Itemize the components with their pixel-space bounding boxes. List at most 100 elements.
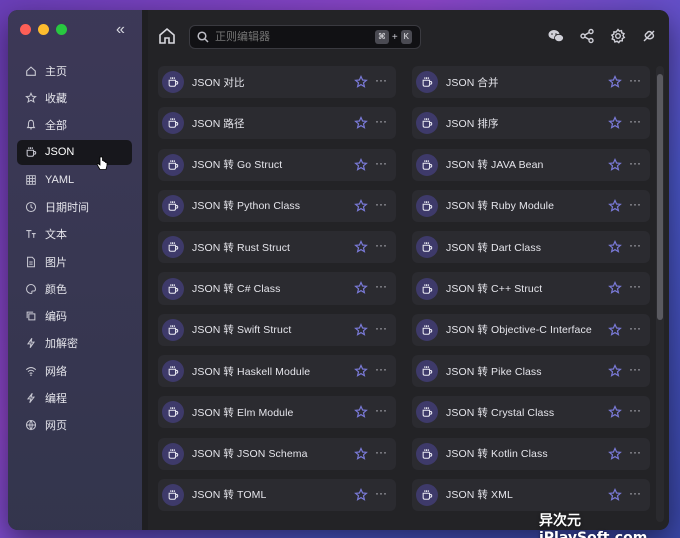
more-options-icon[interactable]: ···	[629, 404, 641, 416]
sidebar-item-5[interactable]: 日期时间	[17, 194, 132, 219]
share-icon[interactable]	[579, 28, 595, 44]
favorite-star-icon[interactable]	[608, 487, 622, 502]
favorite-star-icon[interactable]	[608, 322, 622, 337]
favorite-star-icon[interactable]	[608, 75, 622, 89]
favorite-star-icon[interactable]	[354, 446, 368, 461]
more-options-icon[interactable]: ···	[629, 487, 641, 499]
tool-card[interactable]: JSON 对比 ···	[158, 66, 396, 99]
favorite-star-icon[interactable]	[608, 405, 622, 419]
sidebar-item-11[interactable]: 网络	[17, 358, 132, 383]
tool-card[interactable]: JSON 排序 ···	[412, 107, 650, 140]
tool-card[interactable]: JSON 转 Go Struct ···	[158, 148, 396, 181]
sidebar-item-10[interactable]: 加解密	[17, 331, 132, 356]
maximize-window-button[interactable]	[56, 24, 67, 35]
scrollbar-thumb[interactable]	[657, 74, 663, 320]
more-options-icon[interactable]: ···	[375, 157, 387, 169]
search-box[interactable]: ⌘ + K	[189, 25, 421, 49]
tool-card[interactable]: JSON 转 Haskell Module ···	[158, 354, 396, 388]
tool-card-label: JSON 转 Go Struct	[192, 159, 283, 172]
home-icon[interactable]	[157, 26, 179, 48]
tool-card[interactable]: JSON 转 Swift Struct ···	[158, 313, 396, 346]
more-options-icon[interactable]: ···	[375, 446, 387, 458]
favorite-star-icon[interactable]	[354, 364, 368, 378]
tool-card-label: JSON 转 XML	[446, 489, 513, 502]
more-options-icon[interactable]: ···	[375, 239, 387, 251]
sidebar-item-7[interactable]: 图片	[17, 249, 132, 274]
favorite-star-icon[interactable]	[354, 322, 368, 337]
sidebar-item-6[interactable]: 文本	[17, 222, 132, 247]
more-options-icon[interactable]: ···	[629, 239, 641, 251]
more-options-icon[interactable]: ···	[375, 115, 387, 127]
favorite-star-icon[interactable]	[608, 281, 622, 295]
close-window-button[interactable]	[20, 24, 31, 35]
wechat-icon[interactable]	[548, 28, 564, 44]
minimize-window-button[interactable]	[38, 24, 49, 35]
sidebar-item-9[interactable]: 编码	[17, 304, 132, 329]
tool-card[interactable]: JSON 转 Crystal Class ···	[412, 396, 650, 429]
favorite-star-icon[interactable]	[354, 405, 368, 419]
tool-card[interactable]: JSON 路径 ···	[158, 107, 396, 140]
search-input[interactable]	[215, 31, 365, 43]
settings-icon[interactable]	[610, 28, 626, 44]
tool-card[interactable]: JSON 转 TOML ···	[158, 478, 396, 511]
more-options-icon[interactable]: ···	[375, 198, 387, 210]
more-options-icon[interactable]: ···	[629, 363, 641, 375]
watermark: 异次元 iPlaySoft.com	[539, 513, 648, 538]
tool-card[interactable]: JSON 转 Dart Class ···	[412, 231, 650, 264]
favorite-star-icon[interactable]	[608, 240, 622, 254]
favorite-star-icon[interactable]	[354, 75, 368, 89]
more-options-icon[interactable]: ···	[629, 280, 641, 292]
collapse-sidebar-icon[interactable]: «	[116, 22, 125, 38]
sidebar-item-4[interactable]: YAML	[17, 167, 132, 192]
scrollbar[interactable]	[656, 66, 664, 522]
more-options-icon[interactable]: ···	[375, 74, 387, 86]
favorite-star-icon[interactable]	[608, 446, 622, 461]
favorite-star-icon[interactable]	[354, 487, 368, 502]
tool-card[interactable]: JSON 转 Rust Struct ···	[158, 231, 396, 264]
more-options-icon[interactable]: ···	[629, 446, 641, 458]
sidebar-item-3[interactable]: JSON	[17, 139, 132, 165]
more-options-icon[interactable]: ···	[375, 487, 387, 499]
sidebar-item-2[interactable]: 全部	[17, 113, 132, 138]
favorite-star-icon[interactable]	[608, 157, 622, 172]
more-options-icon[interactable]: ···	[629, 198, 641, 210]
tool-card[interactable]: JSON 转 Elm Module ···	[158, 396, 396, 429]
tool-card[interactable]: JSON 转 JAVA Bean ···	[412, 148, 650, 181]
more-options-icon[interactable]: ···	[629, 322, 641, 334]
more-options-icon[interactable]: ···	[629, 115, 641, 127]
favorite-star-icon[interactable]	[354, 198, 368, 213]
favorite-star-icon[interactable]	[354, 157, 368, 172]
sidebar-item-1[interactable]: 收藏	[17, 85, 132, 110]
sidebar-nav: 主页 收藏全部 JSON YAML 日期时间文本 图片 颜色编码 加解密 网络编程 网页	[17, 58, 132, 440]
favorite-star-icon[interactable]	[608, 364, 622, 378]
tool-card[interactable]: JSON 转 C++ Struct ···	[412, 272, 650, 305]
tool-card[interactable]: JSON 转 Objective-C Interface ···	[412, 313, 650, 346]
tool-card[interactable]: JSON 转 JSON Schema ···	[158, 437, 396, 470]
more-options-icon[interactable]: ···	[375, 322, 387, 334]
pin-icon[interactable]	[641, 28, 657, 44]
tool-card[interactable]: JSON 转 Python Class ···	[158, 189, 396, 223]
sidebar-item-8[interactable]: 颜色	[17, 276, 132, 301]
favorite-star-icon[interactable]	[608, 198, 622, 213]
cup-icon	[162, 483, 184, 506]
more-options-icon[interactable]: ···	[629, 74, 641, 86]
tool-card[interactable]: JSON 转 Kotlin Class ···	[412, 437, 650, 470]
cup-icon	[416, 483, 438, 506]
tool-card[interactable]: JSON 合并 ···	[412, 66, 650, 99]
favorite-star-icon[interactable]	[354, 116, 368, 130]
more-options-icon[interactable]: ···	[629, 157, 641, 169]
favorite-star-icon[interactable]	[354, 240, 368, 254]
favorite-star-icon[interactable]	[608, 116, 622, 130]
favorite-star-icon[interactable]	[354, 281, 368, 295]
sidebar-item-13[interactable]: 网页	[17, 413, 132, 438]
tool-card[interactable]: JSON 转 Pike Class ···	[412, 354, 650, 388]
more-options-icon[interactable]: ···	[375, 280, 387, 292]
more-options-icon[interactable]: ···	[375, 363, 387, 375]
more-options-icon[interactable]: ···	[375, 404, 387, 416]
tool-card[interactable]: JSON 转 Ruby Module ···	[412, 189, 650, 223]
sidebar-item-12[interactable]: 编程	[17, 386, 132, 411]
sidebar-item-0[interactable]: 主页	[17, 58, 132, 83]
cup-icon	[416, 318, 438, 341]
tool-card[interactable]: JSON 转 XML ···	[412, 478, 650, 511]
tool-card[interactable]: JSON 转 C# Class ···	[158, 272, 396, 305]
